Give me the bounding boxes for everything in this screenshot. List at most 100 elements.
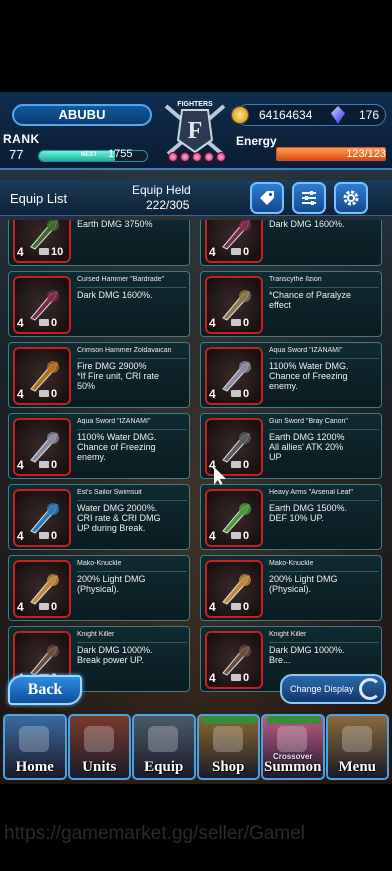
item-desc: Dark DMG 1600%. bbox=[269, 220, 345, 229]
gem-icon bbox=[331, 106, 345, 124]
top-status-bar: ABUBU F FIGHTERS 64164634 176 RANK 77 NE… bbox=[0, 92, 392, 170]
equipment-card[interactable]: 4 0 Mako-Knuckle 200% Light DMG (Physical). bbox=[8, 555, 190, 621]
item-icon-frame: 40 bbox=[205, 220, 263, 263]
rank-label: RANK bbox=[3, 132, 40, 146]
nav-label: Equip bbox=[144, 759, 184, 775]
svg-text:F: F bbox=[188, 118, 203, 144]
nav-summon[interactable]: Crossover Summon bbox=[261, 714, 325, 780]
energy-label: Energy bbox=[236, 134, 277, 148]
svg-text:FIGHTERS: FIGHTERS bbox=[177, 101, 213, 108]
item-stars: 4 bbox=[17, 529, 24, 543]
next-label: NEXT bbox=[81, 152, 98, 158]
next-exp-value: 1755 bbox=[108, 148, 133, 160]
item-stars: 4 bbox=[17, 316, 24, 330]
gil-counter: 64164634 176 bbox=[231, 104, 386, 126]
item-count: 0 bbox=[39, 459, 57, 471]
orb-icon bbox=[192, 152, 202, 162]
orb-icon bbox=[180, 152, 190, 162]
item-stars: 4 bbox=[17, 458, 24, 472]
item-stars: 4 bbox=[209, 387, 216, 401]
equipment-card[interactable]: 4 0 Est's Sailor Swimsuit Water DMG 2000%. … bbox=[8, 484, 190, 550]
item-desc: Earth DMG 1500%. DEF 10% UP. bbox=[269, 503, 348, 523]
item-stars: 4 bbox=[17, 245, 24, 259]
item-desc: 1100% Water DMG. Chance of Freezing enem… bbox=[77, 432, 157, 462]
change-display-button[interactable]: Change Display bbox=[280, 674, 386, 704]
nav-menu[interactable]: Menu bbox=[325, 714, 389, 780]
summon-icon bbox=[277, 726, 307, 752]
item-name: Mako-Knuckle bbox=[77, 560, 187, 572]
gil-coin-icon bbox=[231, 106, 249, 124]
item-desc: Earth DMG 1200% All allies' ATK 20% UP bbox=[269, 432, 345, 462]
item-name: Aqua Sword "IZANAMI" bbox=[269, 347, 379, 359]
item-stars: 4 bbox=[209, 529, 216, 543]
tag-filter-button[interactable] bbox=[250, 182, 284, 214]
item-icon-frame: 40 bbox=[13, 418, 71, 476]
item-icon-frame: 40 bbox=[13, 276, 71, 334]
equipment-grid: 410Fortress Breaker DallianonEarth DMG 3… bbox=[8, 220, 384, 700]
item-stars: 4 bbox=[17, 387, 24, 401]
item-count: 10 bbox=[39, 246, 63, 258]
item-stars: 4 bbox=[209, 600, 216, 614]
orb-icon bbox=[168, 152, 178, 162]
watermark-url: https://gamemarket.gg/seller/Gamel bbox=[4, 823, 305, 844]
bottom-nav: Home Units Equip Shop Crossover Summon Menu bbox=[0, 714, 392, 782]
equipment-card[interactable]: 4 0 Aqua Sword "IZANAMI" 1100% Water DMG. C… bbox=[8, 413, 190, 479]
unit-icon bbox=[83, 726, 114, 752]
book-icon bbox=[341, 726, 372, 752]
item-count: 0 bbox=[231, 388, 249, 400]
item-icon-frame: 40 bbox=[205, 560, 263, 618]
item-desc: Earth DMG 3750% bbox=[77, 220, 153, 229]
item-desc: Dark DMG 1000%. Break power UP. bbox=[77, 645, 153, 665]
item-desc: Water DMG 2000%. CRI rate & CRI DMG UP d… bbox=[77, 503, 161, 533]
sliders-icon bbox=[302, 191, 316, 205]
item-count: 0 bbox=[39, 530, 57, 542]
nav-tag bbox=[202, 716, 257, 724]
item-name: Aqua Sword "IZANAMI" bbox=[77, 418, 187, 430]
nav-label: Menu bbox=[338, 759, 377, 775]
game-screen: ABUBU F FIGHTERS 64164634 176 RANK 77 NE… bbox=[0, 92, 392, 784]
player-name: ABUBU bbox=[12, 104, 152, 126]
tag-icon bbox=[260, 191, 274, 205]
item-name: Heavy Arms "Arsenal Leaf" bbox=[269, 489, 379, 501]
item-stars: 4 bbox=[209, 316, 216, 330]
equipment-card[interactable]: 40Cursed Hammer "Bardrade"Dark DMG 1600%… bbox=[8, 271, 190, 337]
equipment-card[interactable]: 4 0 Mako-Knuckle 200% Light DMG (Physical). bbox=[200, 555, 382, 621]
rank-value: 77 bbox=[9, 147, 24, 162]
nav-equip[interactable]: Equip bbox=[132, 714, 196, 780]
item-count: 0 bbox=[231, 459, 249, 471]
item-count: 0 bbox=[39, 317, 57, 329]
energy-value: 123/123 bbox=[346, 148, 386, 160]
equipment-card[interactable]: 4 0 Heavy Arms "Arsenal Leaf" Earth DMG 150… bbox=[200, 484, 382, 550]
equipment-card[interactable]: 410Fortress Breaker DallianonEarth DMG 3… bbox=[8, 220, 190, 266]
item-name: Knight Killer bbox=[269, 631, 379, 643]
item-icon-frame: 40 bbox=[13, 560, 71, 618]
item-desc: Dark DMG 1000%. Bre... bbox=[269, 645, 345, 665]
equipment-card[interactable]: 4 0 Gun Sword "Bray Canon" Earth DMG 1200% … bbox=[200, 413, 382, 479]
equipment-card[interactable]: 4 0 Aqua Sword "IZANAMI" 1100% Water DMG. C… bbox=[200, 342, 382, 408]
equipment-card[interactable]: 40Cursed Hammer "Bardrade"Dark DMG 1600%… bbox=[200, 220, 382, 266]
equip-held-value: 222/305 bbox=[146, 198, 190, 212]
item-count: 0 bbox=[231, 672, 249, 684]
item-count: 0 bbox=[231, 246, 249, 258]
equipment-card[interactable]: 4 0 Transcythe Ilzion *Chance of Paralyze e… bbox=[200, 271, 382, 337]
summon-orbs bbox=[168, 152, 226, 162]
settings-button[interactable] bbox=[334, 182, 368, 214]
item-icon-frame: 4 10 bbox=[13, 220, 71, 263]
item-desc: 1100% Water DMG. Chance of Freezing enem… bbox=[269, 361, 349, 391]
equip-header: Equip List Equip Held 222/305 bbox=[0, 180, 392, 216]
item-stars: 4 bbox=[209, 245, 216, 259]
gem-value: 176 bbox=[358, 108, 379, 122]
item-name: Knight Killer bbox=[77, 631, 187, 643]
item-stars: 4 bbox=[17, 600, 24, 614]
nav-home[interactable]: Home bbox=[3, 714, 67, 780]
back-button[interactable]: Back bbox=[8, 675, 82, 705]
item-desc: Fire DMG 2900% *If Fire unit, CRI rate 5… bbox=[77, 361, 160, 391]
nav-units[interactable]: Units bbox=[67, 714, 131, 780]
equipment-card[interactable]: 4 0 Crimson Hammer Zoldavaican Fire DMG 290… bbox=[8, 342, 190, 408]
orb-icon bbox=[216, 152, 226, 162]
item-desc: Dark DMG 1600%. bbox=[77, 290, 153, 300]
item-icon-frame: 40 bbox=[205, 418, 263, 476]
orb-icon bbox=[204, 152, 214, 162]
nav-shop[interactable]: Shop bbox=[196, 714, 260, 780]
sort-button[interactable] bbox=[292, 182, 326, 214]
